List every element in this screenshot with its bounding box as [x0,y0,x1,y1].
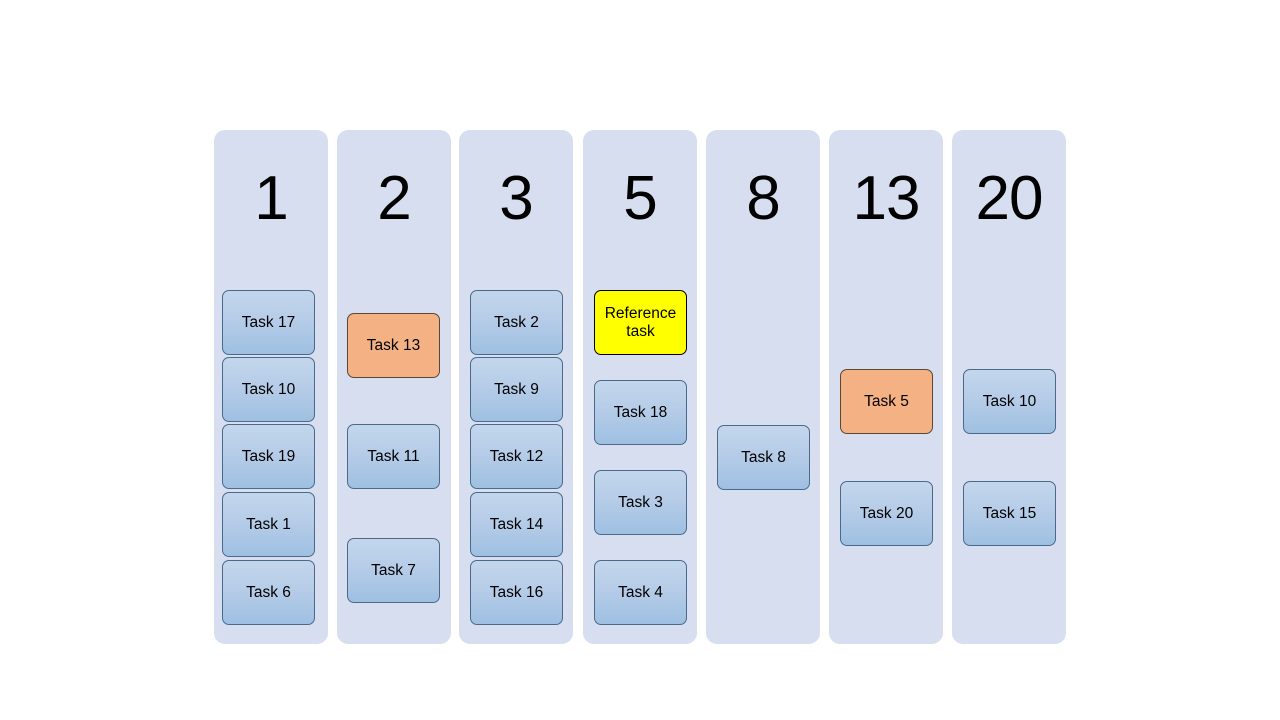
task-card[interactable]: Task 5 [840,369,933,434]
task-card-label: Task 3 [618,493,663,511]
task-card-label: Reference task [604,304,677,340]
task-card[interactable]: Reference task [594,290,687,355]
task-card-label: Task 15 [982,504,1037,522]
estimate-column-8[interactable]: 8 Task 8 [706,130,820,644]
task-card[interactable]: Task 10 [963,369,1056,434]
task-card[interactable]: Task 12 [470,424,563,489]
estimate-column-1[interactable]: 1 Task 17 Task 10 Task 19 Task 1 Task 6 [214,130,328,644]
column-header-value: 2 [377,164,411,233]
task-card[interactable]: Task 1 [222,492,315,557]
task-card[interactable]: Task 3 [594,470,687,535]
column-header-value: 20 [975,164,1044,233]
task-card[interactable]: Task 16 [470,560,563,625]
column-header-value: 5 [623,164,657,233]
task-card-label: Task 18 [613,403,668,421]
column-header-value: 3 [499,164,533,233]
estimate-column-3[interactable]: 3 Task 2 Task 9 Task 12 Task 14 Task 16 [459,130,573,644]
task-card-label: Task 10 [982,392,1037,410]
task-card-label: Task 11 [367,447,420,465]
task-card[interactable]: Task 17 [222,290,315,355]
task-card-label: Task 7 [371,561,416,579]
task-card[interactable]: Task 13 [347,313,440,378]
task-card[interactable]: Task 4 [594,560,687,625]
column-header-value: 8 [746,164,780,233]
column-header-value: 13 [852,164,921,233]
task-card-label: Task 17 [241,313,296,331]
estimation-board: 1 Task 17 Task 10 Task 19 Task 1 Task 6 2 Task … [0,0,1280,720]
task-card-label: Task 16 [489,583,544,601]
task-card-label: Task 19 [241,447,296,465]
column-header-value: 1 [254,164,288,233]
task-card[interactable]: Task 8 [717,425,810,490]
task-card[interactable]: Task 14 [470,492,563,557]
task-card-label: Task 14 [489,515,544,533]
task-card-label: Task 9 [494,380,539,398]
task-card-label: Task 6 [246,583,291,601]
task-card-label: Task 2 [494,313,539,331]
task-card-label: Task 13 [366,336,421,354]
task-card[interactable]: Task 2 [470,290,563,355]
task-card[interactable]: Task 20 [840,481,933,546]
task-card[interactable]: Task 9 [470,357,563,422]
task-card[interactable]: Task 11 [347,424,440,489]
task-card-label: Task 5 [864,392,909,410]
task-card[interactable]: Task 19 [222,424,315,489]
task-card-label: Task 1 [246,515,291,533]
estimate-column-5[interactable]: 5 Reference task Task 18 Task 3 Task 4 [583,130,697,644]
estimate-column-2[interactable]: 2 Task 13 Task 11 Task 7 [337,130,451,644]
task-card-label: Task 10 [241,380,296,398]
task-card[interactable]: Task 15 [963,481,1056,546]
task-card[interactable]: Task 18 [594,380,687,445]
task-card-label: Task 20 [859,504,914,522]
task-card-label: Task 8 [741,448,786,466]
task-card[interactable]: Task 7 [347,538,440,603]
task-card[interactable]: Task 6 [222,560,315,625]
task-card-label: Task 12 [489,447,544,465]
estimate-column-20[interactable]: 20 Task 10 Task 15 [952,130,1066,644]
estimate-column-13[interactable]: 13 Task 5 Task 20 [829,130,943,644]
task-card[interactable]: Task 10 [222,357,315,422]
task-card-label: Task 4 [618,583,663,601]
